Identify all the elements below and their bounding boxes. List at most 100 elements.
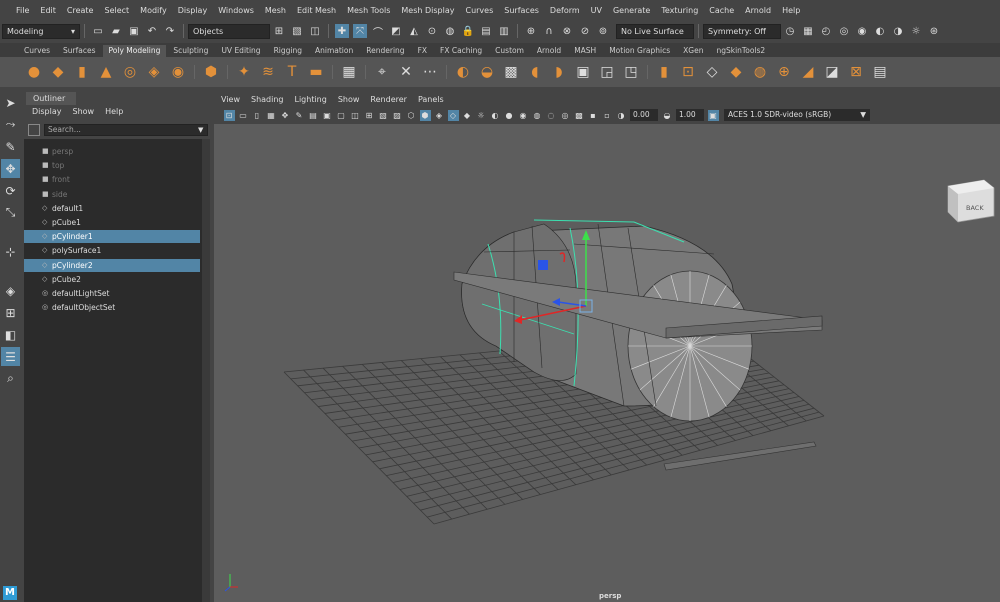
tab-arnold[interactable]: Arnold [531, 45, 567, 57]
undo-icon[interactable]: ↶ [145, 24, 159, 38]
reduce-icon[interactable]: ◲ [597, 62, 617, 82]
smooth-icon[interactable]: ▩ [501, 62, 521, 82]
grid-icon[interactable]: ▤ [308, 110, 319, 121]
hypershade-icon[interactable]: ◉ [855, 24, 869, 38]
tab-sculpting[interactable]: Sculpting [167, 45, 214, 57]
outliner-scrollbar[interactable] [202, 139, 210, 602]
bevel-icon[interactable]: ◆ [726, 62, 746, 82]
menu-file[interactable]: File [16, 6, 29, 15]
outliner-menu-help[interactable]: Help [105, 107, 123, 116]
open-scene-icon[interactable]: ▰ [109, 24, 123, 38]
poly-sphere-icon[interactable]: ● [24, 62, 44, 82]
bridge-icon[interactable]: ⊡ [678, 62, 698, 82]
default-material-icon[interactable]: ◈ [434, 110, 445, 121]
poke-icon[interactable]: ◢ [798, 62, 818, 82]
select-deform-icon[interactable]: ◭ [407, 24, 421, 38]
tab-custom[interactable]: Custom [489, 45, 530, 57]
tab-uv-editing[interactable]: UV Editing [215, 45, 266, 57]
camera-select-icon[interactable]: ⊡ [223, 109, 235, 121]
extrude-icon[interactable]: ▮ [654, 62, 674, 82]
tab-fx-caching[interactable]: FX Caching [434, 45, 488, 57]
outliner-item-persp[interactable]: ■ persp [24, 145, 200, 158]
component-mode-icon[interactable]: ◫ [308, 24, 322, 38]
sweep-mesh-icon[interactable]: ≋ [258, 62, 278, 82]
ambient-occlusion-icon[interactable]: ● [504, 110, 515, 121]
tab-mash[interactable]: MASH [568, 45, 602, 57]
wireframe-icon[interactable]: ⬡ [406, 110, 417, 121]
outliner-item-pcylinder2[interactable]: ◇ pCylinder2 [24, 258, 200, 272]
menu-display[interactable]: Display [178, 6, 208, 15]
tab-animation[interactable]: Animation [309, 45, 359, 57]
viewcube[interactable]: BACK [947, 179, 995, 223]
insert-edge-loop-icon[interactable]: ◍ [750, 62, 770, 82]
render-view-icon[interactable]: ◐ [873, 24, 887, 38]
viewport-menu-renderer[interactable]: Renderer [370, 95, 407, 104]
depth-of-field-icon[interactable]: ◌ [546, 110, 557, 121]
single-perspective-layout-icon[interactable]: ◈ [1, 281, 20, 300]
render-setup-icon[interactable]: ⊛ [927, 24, 941, 38]
tab-motion-graphics[interactable]: Motion Graphics [603, 45, 676, 57]
menu-deform[interactable]: Deform [550, 6, 580, 15]
select-tool-icon[interactable]: ➤ [1, 93, 20, 112]
tab-xgen[interactable]: XGen [677, 45, 709, 57]
viewport-menu-show[interactable]: Show [338, 95, 360, 104]
select-joint-icon[interactable]: ⤧ [353, 24, 367, 38]
xray-active-icon[interactable]: ▪ [588, 110, 599, 121]
tab-curves[interactable]: Curves [18, 45, 56, 57]
object-mode-icon[interactable]: ▧ [290, 24, 304, 38]
outliner-item-polysurface1[interactable]: ◇ polySurface1 [24, 244, 200, 257]
merge-icon[interactable]: ⊠ [846, 62, 866, 82]
wireframe-on-shaded-icon[interactable]: ◇ [447, 109, 459, 121]
viewport-menu-shading[interactable]: Shading [251, 95, 284, 104]
save-scene-icon[interactable]: ▣ [127, 24, 141, 38]
exposure-icon[interactable]: ◑ [616, 110, 627, 121]
bookmark-icon[interactable]: ▯ [252, 110, 263, 121]
outliner-item-pcube1[interactable]: ◇ pCube1 [24, 216, 200, 229]
poly-torus-icon[interactable]: ◎ [120, 62, 140, 82]
use-lights-icon[interactable]: ☼ [476, 110, 487, 121]
render-settings-icon[interactable]: ◎ [837, 24, 851, 38]
arnold-render-icon[interactable]: ◑ [891, 24, 905, 38]
menu-edit[interactable]: Edit [40, 6, 56, 15]
booleans-icon[interactable]: ◖ [525, 62, 545, 82]
menu-texturing[interactable]: Texturing [661, 6, 698, 15]
tab-rendering[interactable]: Rendering [360, 45, 410, 57]
exposure-field[interactable]: 0.00 [630, 109, 658, 121]
outliner-item-defaultobjectset[interactable]: ◎ defaultObjectSet [24, 301, 200, 314]
offset-edge-loop-icon[interactable]: ⊕ [774, 62, 794, 82]
menu-windows[interactable]: Windows [218, 6, 254, 15]
smooth-shade-icon[interactable]: ⬢ [419, 109, 431, 121]
viewport-menu-lighting[interactable]: Lighting [294, 95, 326, 104]
isolate-select-icon[interactable]: ◎ [560, 110, 571, 121]
outliner-menu-display[interactable]: Display [32, 107, 62, 116]
xray-icon[interactable]: ▩ [574, 110, 585, 121]
live-surface-field[interactable]: No Live Surface [616, 23, 694, 39]
viewport-menu-view[interactable]: View [221, 95, 240, 104]
menu-edit-mesh[interactable]: Edit Mesh [297, 6, 336, 15]
rotate-tool-icon[interactable]: ⟳ [1, 181, 20, 200]
select-handle-icon[interactable]: ✚ [335, 24, 349, 38]
anti-aliasing-icon[interactable]: ◍ [532, 110, 543, 121]
textured-icon[interactable]: ◆ [462, 110, 473, 121]
history-icon[interactable]: ◷ [783, 24, 797, 38]
tab-fx[interactable]: FX [412, 45, 433, 57]
gamma-field[interactable]: 1.00 [676, 109, 704, 121]
outliner-item-pcube2[interactable]: ◇ pCube2 [24, 273, 200, 286]
safe-title-icon[interactable]: ▨ [392, 110, 403, 121]
wedge-icon[interactable]: ◪ [822, 62, 842, 82]
film-gate-icon[interactable]: ▣ [322, 110, 333, 121]
select-surface-icon[interactable]: ◩ [389, 24, 403, 38]
scale-tool-icon[interactable]: ⤡ [1, 203, 20, 222]
last-tool-icon[interactable]: ⊹ [1, 242, 20, 261]
select-render-icon[interactable]: ◍ [443, 24, 457, 38]
gamma-icon[interactable]: ◒ [662, 110, 673, 121]
type-tool-icon[interactable]: T [282, 62, 302, 82]
safe-action-icon[interactable]: ▧ [378, 110, 389, 121]
light-editor-icon[interactable]: ☼ [909, 24, 923, 38]
outliner-item-default1[interactable]: ◇ default1 [24, 202, 200, 215]
shadows-icon[interactable]: ◐ [490, 110, 501, 121]
tab-poly-modeling[interactable]: Poly Modeling [102, 45, 167, 57]
poly-cone-icon[interactable]: ▲ [96, 62, 116, 82]
hierarchy-mode-icon[interactable]: ⊞ [272, 24, 286, 38]
color-management-icon[interactable]: ▣ [707, 109, 719, 121]
